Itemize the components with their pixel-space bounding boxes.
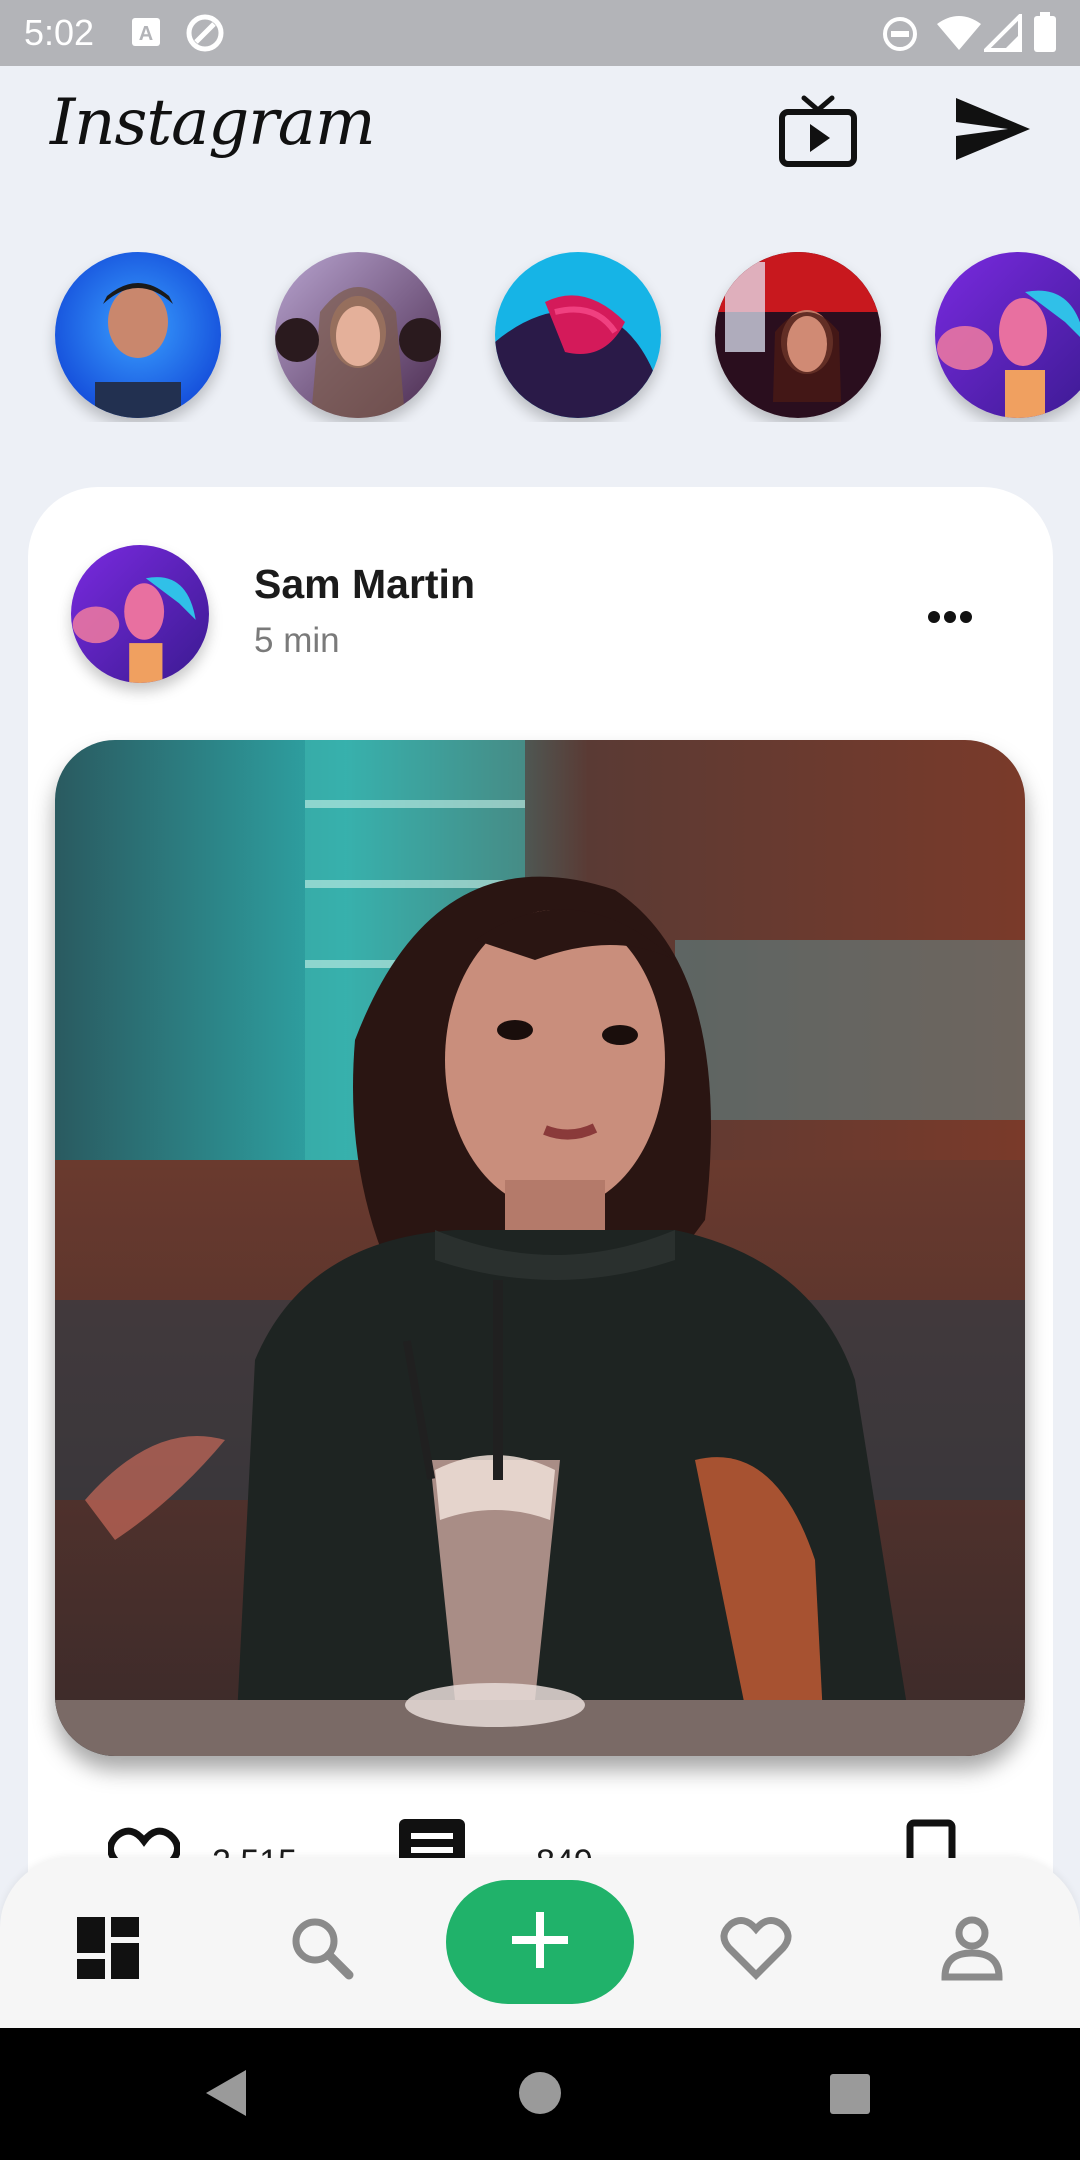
story-avatar-3[interactable] <box>495 252 661 418</box>
send-icon[interactable] <box>954 96 1032 167</box>
post-author-name[interactable]: Sam Martin <box>254 561 475 608</box>
signal-icon <box>981 11 1022 57</box>
status-bar: 5:02 A <box>0 0 1080 66</box>
a11y-a-icon: A <box>132 18 160 51</box>
post-timestamp: 5 min <box>254 621 340 660</box>
bottom-navigation <box>0 1858 1080 2028</box>
add-icon <box>510 1910 570 1975</box>
stories-row <box>0 252 1080 422</box>
tv-icon[interactable] <box>778 94 858 173</box>
do-not-disturb-icon <box>882 16 918 57</box>
svg-text:A: A <box>139 23 153 45</box>
system-navigation-bar <box>0 2028 1080 2160</box>
add-post-button[interactable] <box>446 1880 634 2004</box>
post-author-avatar[interactable] <box>71 545 209 683</box>
heart-icon[interactable] <box>716 1908 796 1988</box>
status-time: 5:02 <box>24 12 95 53</box>
at-sign-icon <box>186 14 224 57</box>
search-icon[interactable] <box>282 1908 362 1988</box>
back-icon[interactable] <box>204 2068 248 2123</box>
app-header: Instagram <box>0 66 1080 226</box>
story-avatar-4[interactable] <box>715 252 881 418</box>
story-avatar-2[interactable] <box>275 252 441 418</box>
post-photo[interactable] <box>55 740 1025 1756</box>
app-logo: Instagram <box>50 86 376 160</box>
battery-icon <box>1034 12 1056 57</box>
post-card: Sam Martin 5 min <box>28 487 1053 1887</box>
profile-icon[interactable] <box>932 1908 1012 1988</box>
story-avatar-5[interactable] <box>935 252 1080 418</box>
recents-icon[interactable] <box>828 2072 872 2121</box>
more-options-icon[interactable] <box>918 597 988 637</box>
wifi-icon <box>936 14 982 57</box>
home-icon[interactable] <box>517 2070 563 2121</box>
story-avatar-1[interactable] <box>55 252 221 418</box>
dashboard-icon[interactable] <box>68 1908 148 1988</box>
